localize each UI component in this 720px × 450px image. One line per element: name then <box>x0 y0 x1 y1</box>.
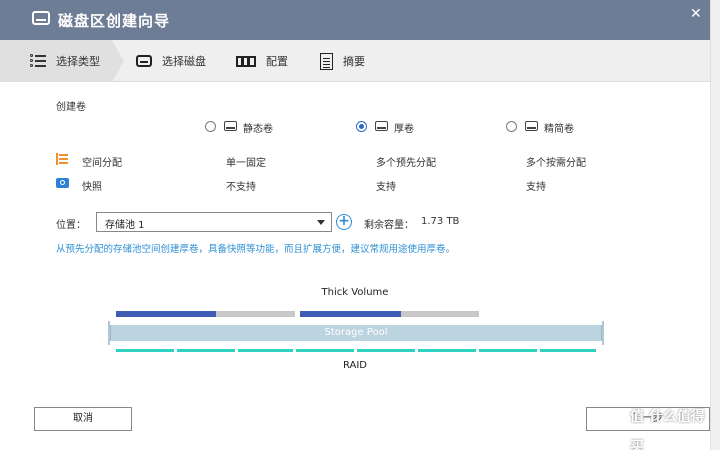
step-label: 配置 <box>266 55 288 68</box>
volume-free-bar <box>401 311 479 317</box>
add-pool-button[interactable]: + <box>336 214 352 230</box>
storage-pool-select[interactable]: 存储池 1 <box>96 212 332 232</box>
static-allocation-value: 单一固定 <box>226 158 266 169</box>
window-title: 磁盘区创建向导 <box>58 12 171 30</box>
hint-text: 从预先分配的存储池空间创建厚卷，具备快照等功能，而且扩展方便，建议常规用途使用厚… <box>56 244 456 255</box>
snapshot-label: 快照 <box>82 182 102 193</box>
diagram-title: Thick Volume <box>321 287 389 298</box>
raid-segment <box>238 349 293 352</box>
remaining-capacity-label: 剩余容量： <box>364 220 414 231</box>
raid-segment <box>418 349 476 352</box>
volume-used-bar <box>116 311 216 317</box>
allocation-icon <box>56 153 68 165</box>
step-summary[interactable]: 摘要 <box>320 40 365 82</box>
radio-thick-volume[interactable] <box>356 121 367 132</box>
step-select-disk[interactable]: 选择磁盘 <box>136 40 206 82</box>
static-snapshot-value: 不支持 <box>226 182 256 193</box>
wizard-steps: 选择类型 选择磁盘 配置 摘要 <box>0 40 710 82</box>
list-icon <box>30 54 46 68</box>
static-volume-icon <box>224 121 237 131</box>
snapshot-icon <box>56 178 69 188</box>
raid-segment <box>177 349 235 352</box>
chevron-down-icon <box>317 220 325 225</box>
disk-wizard-icon <box>32 11 50 25</box>
thin-allocation-value: 多个按需分配 <box>526 158 586 169</box>
space-allocation-label: 空间分配 <box>82 158 122 169</box>
thick-volume-icon <box>375 121 388 131</box>
thick-allocation-value: 多个预先分配 <box>376 158 436 169</box>
raid-segment <box>540 349 596 352</box>
close-icon[interactable]: ✕ <box>690 6 702 22</box>
remaining-capacity-value: 1.73 TB <box>421 216 460 227</box>
radio-static-volume[interactable] <box>205 121 216 132</box>
step-label: 选择类型 <box>56 55 100 68</box>
storage-pool-bar: Storage Pool <box>108 321 604 345</box>
raid-segment <box>479 349 537 352</box>
cancel-button[interactable]: 取消 <box>34 407 132 431</box>
volume-used-bar <box>300 311 401 317</box>
disk-icon <box>136 55 152 67</box>
config-icon <box>236 55 256 67</box>
watermark: 值 什么值得买 <box>630 409 705 450</box>
step-config[interactable]: 配置 <box>236 40 288 82</box>
section-label: 创建卷 <box>56 102 86 113</box>
radio-thin-volume[interactable] <box>506 121 517 132</box>
thin-volume-label: 精简卷 <box>544 124 574 135</box>
thin-snapshot-value: 支持 <box>526 182 546 193</box>
step-select-type[interactable]: 选择类型 <box>0 40 124 82</box>
storage-pool-selected: 存储池 1 <box>105 220 145 231</box>
thick-snapshot-value: 支持 <box>376 182 396 193</box>
location-label: 位置： <box>56 220 86 231</box>
static-volume-label: 静态卷 <box>243 124 273 135</box>
step-label: 选择磁盘 <box>162 55 206 68</box>
thick-volume-label: 厚卷 <box>394 124 414 135</box>
side-strip <box>710 0 720 450</box>
summary-icon <box>320 52 333 70</box>
raid-segment <box>116 349 174 352</box>
raid-segment <box>357 349 415 352</box>
raid-segment <box>296 349 354 352</box>
raid-label: RAID <box>342 360 368 371</box>
title-bar: 磁盘区创建向导 ✕ <box>0 0 710 40</box>
thin-volume-icon <box>525 121 538 131</box>
volume-free-bar <box>216 311 295 317</box>
step-label: 摘要 <box>343 55 365 68</box>
storage-pool-label: Storage Pool <box>324 327 388 338</box>
